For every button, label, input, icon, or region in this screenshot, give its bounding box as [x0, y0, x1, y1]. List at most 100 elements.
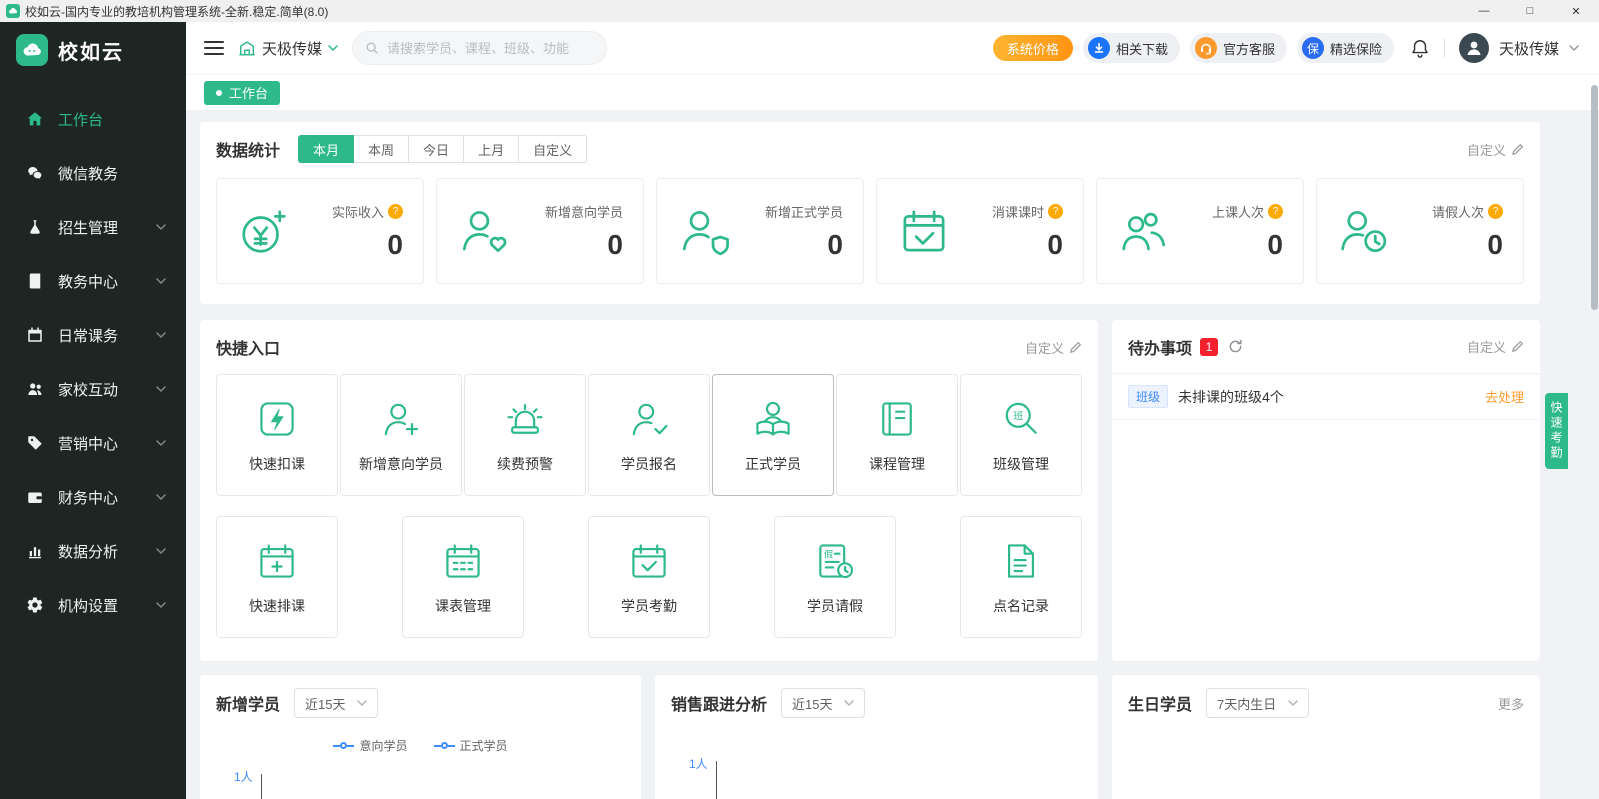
sidebar-item-analytics[interactable]: 数据分析: [0, 524, 186, 578]
sidebar-item-enroll[interactable]: 招生管理: [0, 200, 186, 254]
sidebar-item-wechat[interactable]: 微信教务: [0, 146, 186, 200]
stats-customize-button[interactable]: 自定义: [1467, 140, 1524, 159]
help-icon[interactable]: ?: [1488, 204, 1503, 219]
service-icon: [1195, 37, 1217, 59]
sidebar-item-label: 财务中心: [58, 487, 118, 508]
stats-filter-button[interactable]: 上月: [463, 135, 519, 163]
quick-entry-student-leave[interactable]: 假学员请假: [774, 516, 896, 638]
quick-entry-student-attendance[interactable]: 学员考勤: [588, 516, 710, 638]
sidebar: 校如云 工作台微信教务招生管理教务中心日常课务家校互动营销中心财务中心数据分析机…: [0, 22, 186, 799]
legend-item[interactable]: 意向学员: [333, 737, 407, 754]
sales-followup-title: 销售跟进分析: [671, 691, 767, 715]
analytics-icon: [26, 542, 44, 560]
search-input[interactable]: [387, 41, 594, 56]
header-action-label: 相关下载: [1116, 39, 1168, 58]
todo-count-badge: 1: [1200, 338, 1218, 356]
chevron-down-icon: [156, 386, 166, 393]
quick-entry-add-intent-student[interactable]: 新增意向学员: [340, 374, 462, 496]
sidebar-item-home[interactable]: 工作台: [0, 92, 186, 146]
quick-entry-label: 班级管理: [993, 454, 1049, 474]
quick-attendance-tab[interactable]: 快速考勤: [1545, 393, 1568, 469]
quick-entry-fast-schedule[interactable]: 快速排课: [216, 516, 338, 638]
window-titlebar: 校如云-国内专业的教培机构管理系统-全新.稳定.简单(8.0) — □ ✕: [0, 0, 1599, 22]
quick-entry-customize-button[interactable]: 自定义: [1025, 338, 1082, 357]
sidebar-item-calendar[interactable]: 日常课务: [0, 308, 186, 362]
chevron-down-icon[interactable]: [1569, 45, 1579, 52]
quick-entry-renewal-alert[interactable]: 续费预警: [464, 374, 586, 496]
quick-entry-formal-students[interactable]: 正式学员: [712, 374, 834, 496]
stat-label: 新增意向学员: [545, 202, 623, 221]
sidebar-item-settings[interactable]: 机构设置: [0, 578, 186, 632]
legend-item[interactable]: 正式学员: [434, 737, 508, 754]
stat-card: 消课课时?0: [876, 178, 1084, 284]
tab-workbench[interactable]: 工作台: [204, 81, 280, 105]
quick-entry-label: 课程管理: [869, 454, 925, 474]
close-button[interactable]: ✕: [1553, 0, 1599, 22]
org-selector[interactable]: 天极传媒: [238, 38, 338, 59]
wechat-icon: [26, 164, 44, 182]
todo-customize-button[interactable]: 自定义: [1467, 337, 1524, 356]
birthday-more-link[interactable]: 更多: [1498, 694, 1524, 713]
quick-entry-rollcall-record[interactable]: 点名记录: [960, 516, 1082, 638]
sidebar-item-label: 机构设置: [58, 595, 118, 616]
birthday-students-title: 生日学员: [1128, 691, 1192, 715]
sales-followup-chart-card: 销售跟进分析 近15天 1人: [655, 675, 1098, 799]
collapse-menu-icon[interactable]: [204, 40, 224, 56]
legend-marker-icon: [333, 742, 354, 749]
help-icon[interactable]: ?: [388, 204, 403, 219]
header-action-service[interactable]: 官方客服: [1190, 33, 1287, 63]
sales-followup-range-select[interactable]: 近15天: [781, 688, 865, 718]
sidebar-item-marketing[interactable]: 营销中心: [0, 416, 186, 470]
help-icon[interactable]: ?: [1048, 204, 1063, 219]
sidebar-item-label: 招生管理: [58, 217, 118, 238]
new-students-range-select[interactable]: 近15天: [294, 688, 378, 718]
system-price-button[interactable]: 系统价格: [993, 35, 1073, 61]
todo-action-link[interactable]: 去处理: [1485, 387, 1524, 406]
new-students-title: 新增学员: [216, 691, 280, 715]
notification-bell-icon[interactable]: [1410, 38, 1430, 58]
sidebar-item-family[interactable]: 家校互动: [0, 362, 186, 416]
quick-entry-timetable[interactable]: 课表管理: [402, 516, 524, 638]
stats-filter-button[interactable]: 本周: [353, 135, 409, 163]
divider: [1444, 39, 1445, 57]
birthday-range-select[interactable]: 7天内生日: [1206, 688, 1309, 718]
fast-schedule-icon: [255, 539, 299, 583]
legend-marker-icon: [434, 742, 455, 749]
quick-entry-course-management[interactable]: 课程管理: [836, 374, 958, 496]
maximize-button[interactable]: □: [1507, 0, 1553, 22]
renewal-alert-icon: [503, 397, 547, 441]
sidebar-item-finance[interactable]: 财务中心: [0, 470, 186, 524]
header-action-insurance[interactable]: 保精选保险: [1297, 33, 1394, 63]
help-icon[interactable]: ?: [1268, 204, 1283, 219]
scrollbar[interactable]: [1591, 85, 1598, 310]
quick-entry-class-management[interactable]: 班班级管理: [960, 374, 1082, 496]
quick-entry-label: 新增意向学员: [359, 454, 443, 474]
global-search[interactable]: [352, 31, 607, 65]
stats-filter-button[interactable]: 本月: [298, 135, 354, 163]
insurance-icon: 保: [1302, 37, 1324, 59]
stats-filter-button[interactable]: 今日: [408, 135, 464, 163]
stats-filter-button[interactable]: 自定义: [518, 135, 587, 163]
logo-text: 校如云: [58, 36, 124, 65]
academic-icon: [26, 272, 44, 290]
avatar[interactable]: [1459, 33, 1489, 63]
quick-entry-label: 学员考勤: [621, 596, 677, 616]
sidebar-item-label: 日常课务: [58, 325, 118, 346]
quick-entry-label: 快速扣课: [249, 454, 305, 474]
todo-tag: 班级: [1128, 385, 1168, 408]
stat-value: 0: [545, 229, 623, 261]
quick-entry-student-signup[interactable]: 学员报名: [588, 374, 710, 496]
add-intent-student-icon: [379, 397, 423, 441]
range-value: 近15天: [305, 694, 345, 713]
stat-value: 0: [332, 229, 403, 261]
header-action-download[interactable]: 相关下载: [1083, 33, 1180, 63]
pencil-icon: [1069, 341, 1082, 354]
minimize-button[interactable]: —: [1461, 0, 1507, 22]
sidebar-item-academic[interactable]: 教务中心: [0, 254, 186, 308]
user-name[interactable]: 天极传媒: [1499, 38, 1559, 59]
stat-value: 0: [765, 229, 843, 261]
quick-entry-fast-deduct[interactable]: 快速扣课: [216, 374, 338, 496]
todo-text: 未排课的班级4个: [1178, 387, 1284, 407]
refresh-icon[interactable]: [1228, 339, 1243, 354]
quick-entry-label: 课表管理: [435, 596, 491, 616]
